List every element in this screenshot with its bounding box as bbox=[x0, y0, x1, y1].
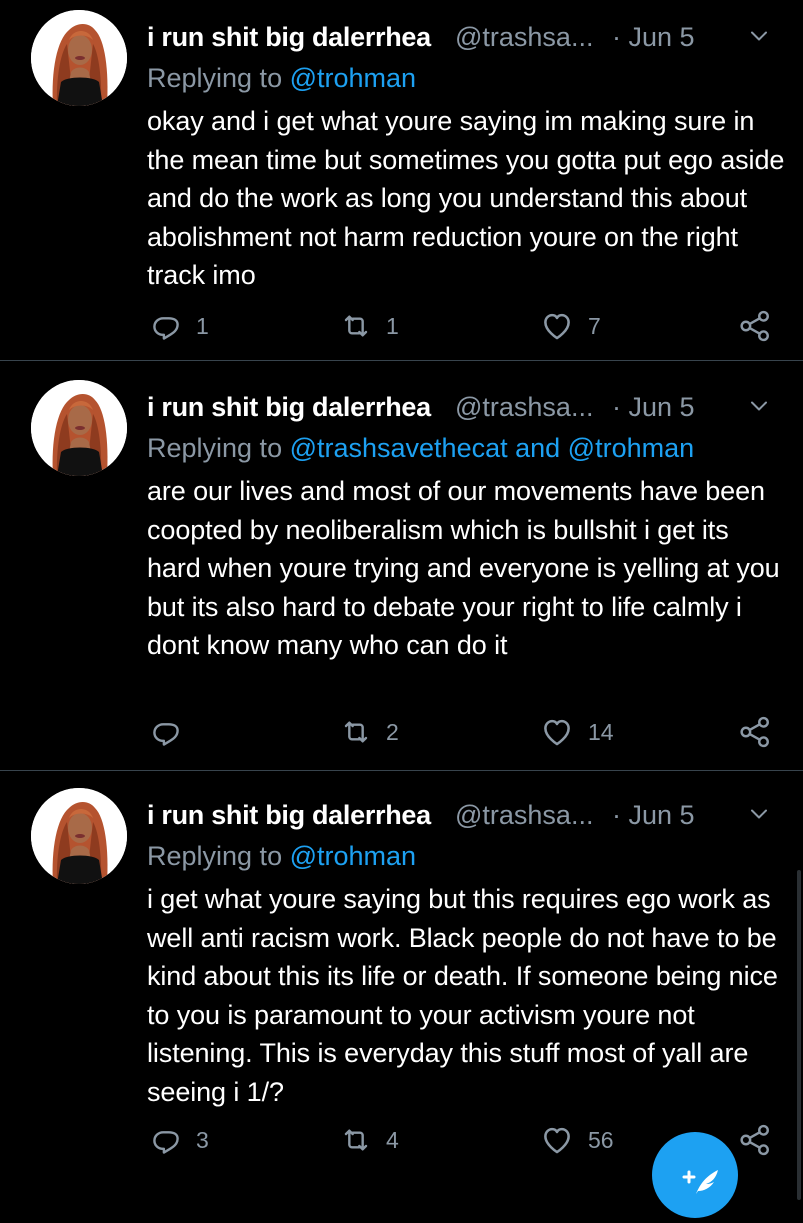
reply-icon bbox=[150, 1124, 182, 1156]
like-count: 14 bbox=[588, 718, 614, 745]
heart-icon bbox=[540, 309, 574, 343]
tweet-actions: 1 1 7 bbox=[0, 306, 803, 346]
share-icon bbox=[738, 1123, 772, 1157]
compose-tweet-button[interactable] bbox=[652, 1132, 738, 1218]
reply-count: 1 bbox=[196, 312, 209, 339]
reply-button[interactable]: 3 bbox=[150, 1120, 209, 1160]
chevron-down-icon[interactable] bbox=[747, 394, 771, 418]
reply-count: 3 bbox=[196, 1126, 209, 1153]
avatar-image bbox=[31, 380, 127, 476]
like-button[interactable]: 14 bbox=[540, 712, 614, 752]
retweet-count: 1 bbox=[386, 312, 399, 339]
display-name[interactable]: i run shit big dalerrhea bbox=[147, 392, 431, 423]
replying-to: Replying to @trohman bbox=[147, 841, 416, 872]
share-button[interactable] bbox=[738, 306, 772, 346]
share-button[interactable] bbox=[738, 1120, 772, 1160]
like-count: 56 bbox=[588, 1126, 614, 1153]
user-handle[interactable]: @trashsa... bbox=[455, 392, 593, 423]
tweet-header: i run shit big dalerrhea @trashsa... · J… bbox=[147, 788, 787, 831]
replying-to: Replying to @trohman bbox=[147, 63, 416, 94]
replying-to-label: Replying to bbox=[147, 63, 290, 93]
heart-icon bbox=[540, 715, 574, 749]
chevron-down-icon[interactable] bbox=[747, 802, 771, 826]
avatar[interactable] bbox=[31, 10, 127, 106]
tweet-date[interactable]: · Jun 5 bbox=[612, 800, 695, 831]
tweet-date[interactable]: · Jun 5 bbox=[612, 22, 695, 53]
compose-tweet-icon bbox=[682, 1170, 718, 1194]
mention-link[interactable]: @trashsavethecat and @trohman bbox=[290, 433, 695, 463]
retweet-count: 4 bbox=[386, 1126, 399, 1153]
display-name[interactable]: i run shit big dalerrhea bbox=[147, 800, 431, 831]
reply-button[interactable] bbox=[150, 712, 196, 752]
share-icon bbox=[738, 309, 772, 343]
user-handle[interactable]: @trashsa... bbox=[455, 22, 593, 53]
avatar[interactable] bbox=[31, 380, 127, 476]
retweet-icon bbox=[340, 1124, 372, 1156]
like-button[interactable]: 7 bbox=[540, 306, 601, 346]
mention-link[interactable]: @trohman bbox=[290, 63, 416, 93]
avatar-image bbox=[31, 10, 127, 106]
retweet-count: 2 bbox=[386, 718, 399, 745]
avatar-image bbox=[31, 788, 127, 884]
heart-icon bbox=[540, 1123, 574, 1157]
replying-to-label: Replying to bbox=[147, 433, 290, 463]
divider bbox=[0, 770, 803, 771]
mention-link[interactable]: @trohman bbox=[290, 841, 416, 871]
tweet-date[interactable]: · Jun 5 bbox=[612, 392, 695, 423]
share-icon bbox=[738, 715, 772, 749]
display-name[interactable]: i run shit big dalerrhea bbox=[147, 22, 431, 53]
chevron-down-icon[interactable] bbox=[747, 24, 771, 48]
like-count: 7 bbox=[588, 312, 601, 339]
replying-to-label: Replying to bbox=[147, 841, 290, 871]
replying-to: Replying to @trashsavethecat and @trohma… bbox=[147, 433, 694, 464]
user-handle[interactable]: @trashsa... bbox=[455, 800, 593, 831]
tweet-header: i run shit big dalerrhea @trashsa... · J… bbox=[147, 380, 787, 423]
divider bbox=[0, 360, 803, 361]
avatar[interactable] bbox=[31, 788, 127, 884]
like-button[interactable]: 56 bbox=[540, 1120, 614, 1160]
retweet-icon bbox=[340, 716, 372, 748]
tweet-actions: 2 14 bbox=[0, 712, 803, 752]
tweet-text: i get what youre saying but this require… bbox=[147, 884, 778, 1107]
retweet-button[interactable]: 4 bbox=[340, 1120, 399, 1160]
retweet-icon bbox=[340, 310, 372, 342]
retweet-button[interactable]: 2 bbox=[340, 712, 399, 752]
tweet-text: are our lives and most of our movements … bbox=[147, 476, 780, 660]
scrollbar[interactable] bbox=[797, 870, 801, 1200]
tweet-text: okay and i get what youre saying im maki… bbox=[147, 106, 785, 290]
reply-button[interactable]: 1 bbox=[150, 306, 209, 346]
reply-icon bbox=[150, 716, 182, 748]
tweet-header: i run shit big dalerrhea @trashsa... · J… bbox=[147, 10, 787, 53]
share-button[interactable] bbox=[738, 712, 772, 752]
reply-icon bbox=[150, 310, 182, 342]
retweet-button[interactable]: 1 bbox=[340, 306, 399, 346]
